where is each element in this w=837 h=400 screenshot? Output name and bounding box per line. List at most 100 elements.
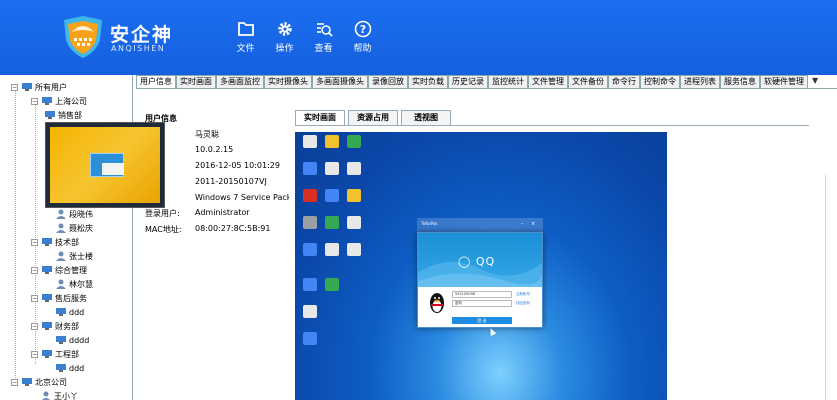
desktop-shortcut-icon[interactable] [321, 162, 343, 188]
desktop-shortcut-icon[interactable] [299, 305, 321, 331]
tree-node-label: 财务部 [55, 321, 79, 331]
collapse-icon[interactable]: − [31, 238, 38, 246]
tab-service-info[interactable]: 服务信息 [720, 75, 760, 88]
qq-login-window: ◯ QQ 592105098 注册帐号 密码 找回密码 登 录 [417, 232, 543, 328]
remote-desktop-view[interactable]: TeNaPak – × ◯ QQ 592105098 注册帐号 密码 找回密码 … [295, 132, 667, 400]
tree-node-label: 北京公司 [35, 377, 67, 387]
tab-software-hardware[interactable]: 软硬件管理 [760, 75, 808, 88]
tree-node-user[interactable]: dddd [55, 333, 89, 347]
tab-realtime-load[interactable]: 实时负载 [408, 75, 448, 88]
tab-command-line[interactable]: 命令行 [608, 75, 640, 88]
menu-file[interactable]: 文件 [226, 20, 265, 56]
desktop-shortcut-icon[interactable] [343, 189, 365, 215]
collapse-icon[interactable]: − [31, 350, 38, 358]
tab-control-command[interactable]: 控制命令 [640, 75, 680, 88]
tree-node-user[interactable]: 林尔慧 [55, 277, 93, 291]
desktop-shortcut-icon[interactable] [343, 135, 365, 161]
tab-multi-screen[interactable]: 多画面监控 [216, 75, 264, 88]
desktop-shortcut-icon[interactable] [321, 135, 343, 161]
collapse-icon[interactable]: − [31, 97, 38, 105]
desktop-shortcut-icon[interactable] [299, 278, 321, 304]
desktop-shortcut-icon[interactable] [321, 216, 343, 242]
collapse-icon[interactable]: − [31, 266, 38, 274]
tab-file-manage[interactable]: 文件管理 [528, 75, 568, 88]
tree-node-user[interactable]: 聂松庆 [55, 221, 93, 235]
shortcut-image-icon [303, 305, 317, 318]
tree-node-user[interactable]: 王小丫 [40, 389, 78, 400]
qq-account-input[interactable]: 592105098 [452, 291, 512, 298]
desktop-shortcut-icon[interactable] [343, 216, 365, 242]
tree-node-label: 上海公司 [55, 96, 87, 106]
desktop-shortcut-icon[interactable] [343, 243, 365, 269]
close-icon[interactable]: × [531, 221, 535, 227]
desktop-shortcut-icon[interactable] [321, 189, 343, 215]
tab-multi-camera[interactable]: 多画面摄像头 [312, 75, 368, 88]
computer-group-icon [22, 378, 32, 386]
desktop-shortcut-icon[interactable] [299, 243, 321, 269]
tab-scroll-down-icon[interactable]: ▼ [812, 75, 818, 88]
menu-help[interactable]: ? 帮助 [343, 20, 382, 56]
shortcut-image-icon [347, 243, 361, 256]
tab-history[interactable]: 历史记录 [448, 75, 488, 88]
tree-node-user[interactable]: ddd [55, 361, 84, 375]
shortcut-image-icon [303, 278, 317, 291]
logo-subtitle: ANQISHEN [111, 44, 166, 53]
tree-node-label: 技术部 [55, 237, 79, 247]
tree-node-group[interactable]: − 工程部 [31, 347, 79, 361]
tab-realtime-screen[interactable]: 实时画面 [176, 75, 216, 88]
minimize-icon[interactable]: – [521, 221, 524, 227]
computer-group-icon [45, 111, 55, 119]
qq-login-button[interactable]: 登 录 [452, 317, 512, 324]
shortcut-image-icon [325, 135, 339, 148]
menu-operate[interactable]: 操作 [265, 20, 304, 56]
tree-node-group[interactable]: 销售部 [44, 108, 82, 122]
vertical-scrollbar[interactable] [825, 175, 826, 400]
tree-node-group[interactable]: − 财务部 [31, 319, 79, 333]
menu-help-label: 帮助 [353, 44, 372, 54]
tab-process-list[interactable]: 进程列表 [680, 75, 720, 88]
qq-password-input[interactable]: 密码 [452, 300, 512, 307]
tree-node-root[interactable]: − 所有用户 [11, 80, 67, 94]
tree-node-user[interactable]: 段晓伟 [55, 207, 93, 221]
tree-node-group[interactable]: − 北京公司 [11, 375, 67, 389]
tab-user-info[interactable]: 用户信息 [136, 75, 176, 88]
help-icon: ? [354, 20, 371, 38]
collapse-icon[interactable]: − [11, 378, 18, 386]
tree-node-label: 张士楼 [69, 251, 93, 261]
desktop-shortcut-icon[interactable] [299, 135, 321, 161]
tree-node-label: 综合管理 [55, 265, 87, 275]
tab-playback[interactable]: 录像回放 [368, 75, 408, 88]
app-logo: 安企神 ANQISHEN [60, 14, 180, 60]
tree-node-user[interactable]: ddd [55, 305, 84, 319]
desktop-shortcut-icon[interactable] [299, 162, 321, 188]
screen-subtabs: 实时画面 资源占用 透视图 [295, 110, 454, 125]
qq-window-titlebar: TeNaPak – × [417, 218, 543, 233]
desktop-shortcut-icon[interactable] [299, 216, 321, 242]
desktop-shortcut-icon[interactable] [299, 332, 321, 358]
tree-node-group[interactable]: − 售后服务 [31, 291, 87, 305]
tab-file-backup[interactable]: 文件备份 [568, 75, 608, 88]
subtab-resource[interactable]: 资源占用 [348, 110, 398, 125]
info-label-mac: MAC地址: [145, 225, 182, 234]
collapse-icon[interactable]: − [31, 294, 38, 302]
tab-realtime-camera[interactable]: 实时摄像头 [264, 75, 312, 88]
subtab-perspective[interactable]: 透视图 [401, 110, 451, 125]
tree-node-user[interactable]: 张士楼 [55, 249, 93, 263]
tabbar-divider [136, 88, 837, 89]
desktop-shortcut-icon[interactable] [299, 189, 321, 215]
tab-statistics[interactable]: 监控统计 [488, 75, 528, 88]
subtab-realtime[interactable]: 实时画面 [295, 110, 345, 125]
tree-node-group[interactable]: − 上海公司 [31, 94, 87, 108]
tree-node-group[interactable]: − 技术部 [31, 235, 79, 249]
desktop-shortcut-icon[interactable] [343, 162, 365, 188]
collapse-icon[interactable]: − [31, 322, 38, 330]
qq-register-link[interactable]: 注册帐号 [516, 292, 530, 297]
menu-view[interactable]: 查看 [304, 20, 343, 56]
collapse-icon[interactable]: − [11, 83, 18, 91]
desktop-shortcut-icon[interactable] [321, 278, 343, 304]
shortcut-image-icon [347, 216, 361, 229]
desktop-shortcut-icon[interactable] [321, 243, 343, 269]
tree-node-group[interactable]: − 综合管理 [31, 263, 87, 277]
qq-forgot-link[interactable]: 找回密码 [516, 301, 530, 306]
screen-thumbnail-popup[interactable] [45, 122, 165, 208]
